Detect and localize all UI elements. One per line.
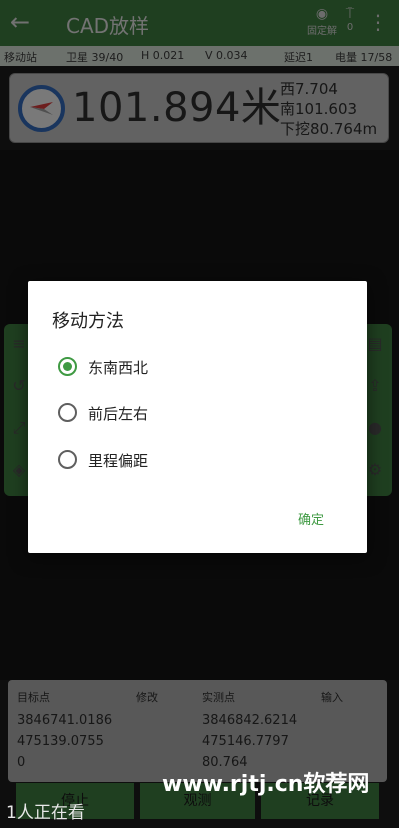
watermark-text: www.rjtj.cn软荐网 bbox=[162, 772, 370, 797]
option-label: 里程偏距 bbox=[88, 452, 149, 470]
radio-selected-icon[interactable] bbox=[58, 357, 77, 376]
radio-unselected-icon[interactable] bbox=[58, 403, 77, 422]
option-label: 东南西北 bbox=[88, 359, 149, 377]
confirm-button[interactable]: 确定 bbox=[298, 509, 324, 528]
radio-unselected-icon[interactable] bbox=[58, 450, 77, 469]
option-label: 前后左右 bbox=[88, 405, 149, 423]
option-nsew[interactable]: 东南西北 bbox=[56, 353, 256, 381]
option-chainage[interactable]: 里程偏距 bbox=[56, 446, 256, 474]
dialog-title: 移动方法 bbox=[52, 311, 124, 332]
move-method-dialog: 移动方法 东南西北 前后左右 里程偏距 确定 bbox=[28, 281, 367, 553]
option-fblr[interactable]: 前后左右 bbox=[56, 399, 256, 427]
viewer-count: 1人正在看 bbox=[6, 803, 85, 823]
